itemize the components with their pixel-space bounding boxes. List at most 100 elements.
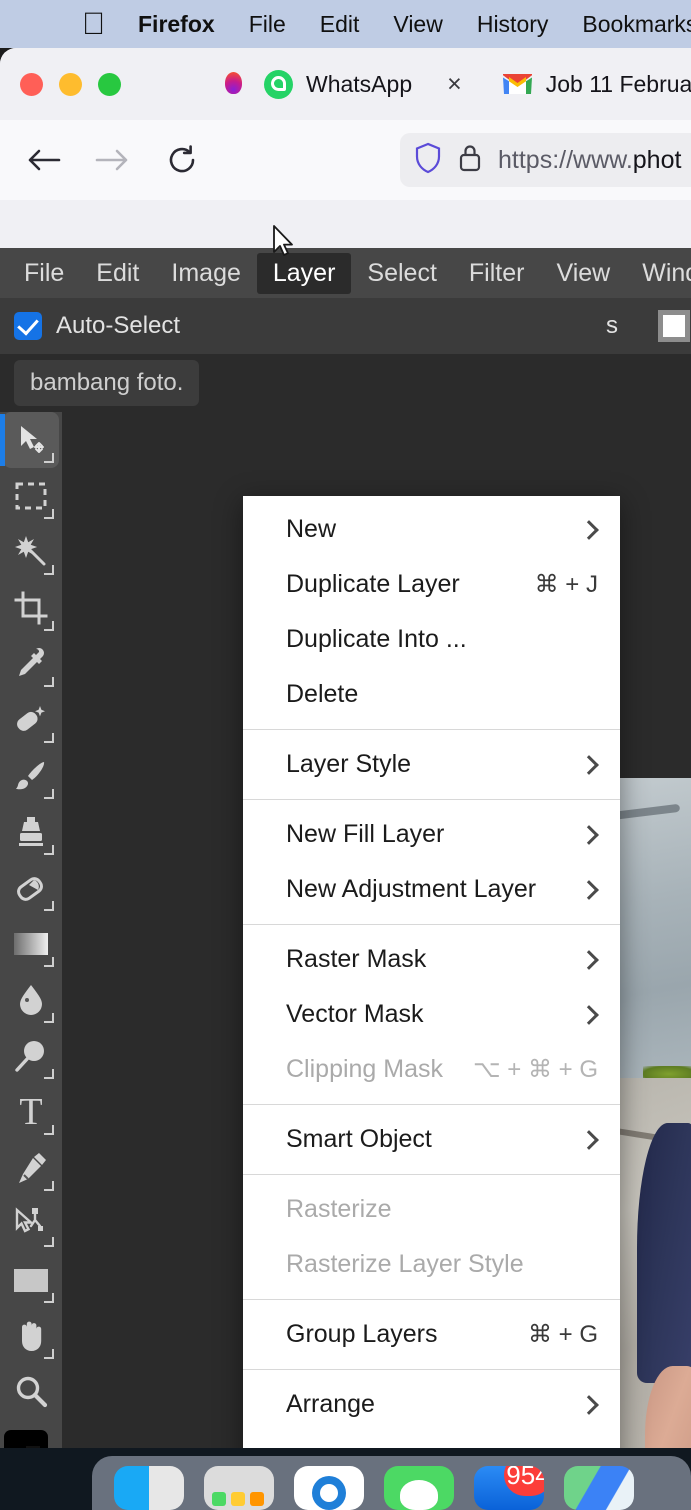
whatsapp-icon xyxy=(264,69,293,99)
photopea-options-bar: Auto-Select s xyxy=(0,298,691,354)
path-select-tool[interactable] xyxy=(3,1196,59,1252)
menu-item-duplicate-into[interactable]: Duplicate Into ... xyxy=(243,612,620,667)
document-tab[interactable]: bambang foto. xyxy=(14,360,200,406)
eyedropper-tool[interactable] xyxy=(3,636,59,692)
rectangle-shape-tool[interactable] xyxy=(3,1252,59,1308)
address-bar[interactable]: https://www.phot xyxy=(400,133,691,187)
mac-menu-item-file[interactable]: File xyxy=(232,11,303,38)
shield-icon[interactable] xyxy=(414,142,442,179)
menu-item-new[interactable]: New xyxy=(243,502,620,557)
minimize-window-button[interactable] xyxy=(59,72,82,96)
tool-corner-indicator xyxy=(44,565,54,575)
photopea-app: File Edit Image Layer Select Filter View… xyxy=(0,248,691,1448)
pen-tool[interactable] xyxy=(3,1140,59,1196)
maximize-window-button[interactable] xyxy=(98,72,121,96)
browser-tab-strip: WhatsApp × Job 11 Februa xyxy=(0,48,691,120)
mac-menu-item-view[interactable]: View xyxy=(376,11,459,38)
menu-separator xyxy=(243,799,620,800)
mail-icon[interactable]: 954 xyxy=(474,1466,544,1510)
finder-icon[interactable] xyxy=(114,1466,184,1510)
menu-item-duplicate-layer[interactable]: Duplicate Layer ⌘ + J xyxy=(243,557,620,612)
type-tool-glyph: T xyxy=(19,1091,43,1133)
menu-separator xyxy=(243,1174,620,1175)
pp-menu-file[interactable]: File xyxy=(8,253,80,294)
menu-item-raster-mask[interactable]: Raster Mask xyxy=(243,932,620,987)
menu-item-vector-mask[interactable]: Vector Mask xyxy=(243,987,620,1042)
magic-wand-tool[interactable] xyxy=(3,524,59,580)
mac-menu-item-history[interactable]: History xyxy=(460,11,566,38)
chevron-right-icon xyxy=(584,519,598,541)
menu-item-smart-object[interactable]: Smart Object xyxy=(243,1112,620,1167)
mac-menu-item-edit[interactable]: Edit xyxy=(303,11,377,38)
reload-icon[interactable] xyxy=(154,132,210,188)
close-window-button[interactable] xyxy=(20,72,43,96)
forward-arrow-icon xyxy=(84,132,140,188)
launchpad-icon[interactable] xyxy=(204,1466,274,1510)
pp-menu-edit[interactable]: Edit xyxy=(80,253,155,294)
eraser-tool[interactable] xyxy=(3,860,59,916)
mac-menu-item-bookmarks[interactable]: Bookmarks xyxy=(565,11,691,38)
menu-separator xyxy=(243,1104,620,1105)
pp-menu-filter[interactable]: Filter xyxy=(453,253,541,294)
photopea-menu-bar: File Edit Image Layer Select Filter View… xyxy=(0,248,691,298)
maps-icon[interactable] xyxy=(564,1466,634,1510)
photopea-document-tab-bar: bambang foto. xyxy=(0,354,691,412)
lock-icon[interactable] xyxy=(458,143,482,178)
macos-menu-bar:  Firefox File Edit View History Bookmar… xyxy=(0,0,691,48)
pp-menu-select[interactable]: Select xyxy=(351,253,452,294)
menu-item-arrange[interactable]: Arrange xyxy=(243,1377,620,1432)
tool-corner-indicator xyxy=(44,621,54,631)
menu-separator xyxy=(243,1299,620,1300)
pp-menu-window[interactable]: Window xyxy=(626,253,691,294)
brush-tool[interactable] xyxy=(3,748,59,804)
dodge-tool[interactable] xyxy=(3,1028,59,1084)
crop-tool[interactable] xyxy=(3,580,59,636)
zoom-tool[interactable] xyxy=(3,1364,59,1420)
tool-corner-indicator xyxy=(44,845,54,855)
tool-corner-indicator xyxy=(44,901,54,911)
browser-tab-whatsapp[interactable]: WhatsApp × xyxy=(250,56,476,112)
shortcut-label: ⌘ + G xyxy=(527,1321,598,1348)
menu-item-rasterize-layer-style: Rasterize Layer Style xyxy=(286,1250,524,1278)
blur-tool[interactable] xyxy=(3,972,59,1028)
chevron-right-icon xyxy=(584,1129,598,1151)
options-tail-text: s xyxy=(606,312,618,339)
menu-separator xyxy=(243,924,620,925)
clone-stamp-tool[interactable] xyxy=(3,804,59,860)
pp-menu-image[interactable]: Image xyxy=(155,253,256,294)
chevron-right-icon xyxy=(584,949,598,971)
spot-healing-brush-tool[interactable] xyxy=(3,692,59,748)
dock-bar: 954 xyxy=(92,1456,691,1510)
canvas-photo-image xyxy=(615,778,691,1448)
menu-item-layer-style[interactable]: Layer Style xyxy=(243,737,620,792)
options-color-swatch[interactable] xyxy=(658,310,690,342)
window-controls xyxy=(20,72,121,96)
apple-logo-icon[interactable]:  xyxy=(82,8,105,39)
layer-dropdown-menu[interactable]: New Duplicate Layer ⌘ + J Duplicate Into… xyxy=(243,496,620,1448)
menu-separator xyxy=(243,1369,620,1370)
menu-item-new-fill-layer[interactable]: New Fill Layer xyxy=(243,807,620,862)
tool-corner-indicator xyxy=(44,453,54,463)
default-colors-icon[interactable] xyxy=(26,1446,40,1448)
tool-corner-indicator xyxy=(44,1293,54,1303)
type-tool[interactable]: T xyxy=(3,1084,59,1140)
color-swatches[interactable]: ⇅ xyxy=(0,1424,62,1448)
menu-item-combine-shapes[interactable]: Combine Shapes xyxy=(243,1432,620,1448)
back-arrow-icon[interactable] xyxy=(16,132,72,188)
gradient-tool[interactable] xyxy=(3,916,59,972)
pp-menu-view[interactable]: View xyxy=(540,253,626,294)
menu-item-delete[interactable]: Delete xyxy=(243,667,620,722)
close-icon[interactable]: × xyxy=(447,70,462,99)
chevron-right-icon xyxy=(584,824,598,846)
hand-tool[interactable] xyxy=(3,1308,59,1364)
auto-select-checkbox[interactable] xyxy=(14,312,42,340)
move-tool[interactable] xyxy=(0,412,59,468)
safari-icon[interactable] xyxy=(294,1466,364,1510)
menu-item-group-layers[interactable]: Group Layers ⌘ + G xyxy=(243,1307,620,1362)
messages-icon[interactable] xyxy=(384,1466,454,1510)
tab-title: WhatsApp xyxy=(306,70,413,97)
menu-item-new-adjustment-layer[interactable]: New Adjustment Layer xyxy=(243,862,620,917)
browser-tab-gmail[interactable]: Job 11 Februa xyxy=(488,56,691,112)
rectangular-marquee-tool[interactable] xyxy=(3,468,59,524)
browser-nav-bar: https://www.phot xyxy=(0,120,691,200)
